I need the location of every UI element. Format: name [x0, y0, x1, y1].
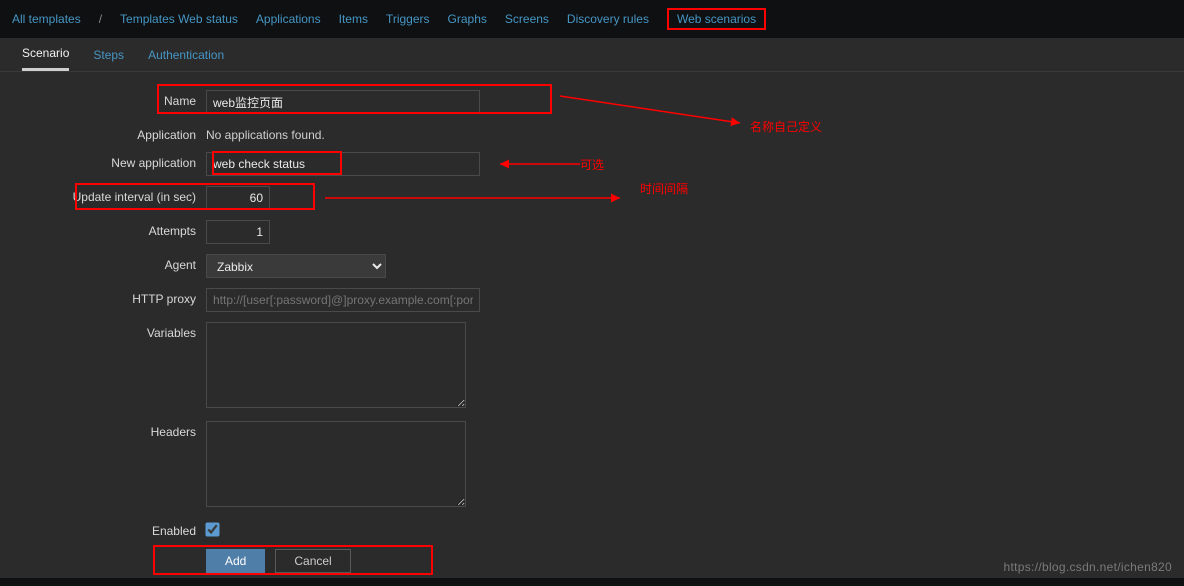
- tab-authentication[interactable]: Authentication: [148, 48, 224, 70]
- nav-discovery[interactable]: Discovery rules: [567, 12, 649, 26]
- nav-triggers[interactable]: Triggers: [386, 12, 430, 26]
- input-new-application[interactable]: [206, 152, 480, 176]
- tabs: Scenario Steps Authentication: [0, 38, 1184, 72]
- textarea-headers[interactable]: [206, 421, 466, 507]
- select-agent[interactable]: Zabbix: [206, 254, 386, 278]
- form-panel: Scenario Steps Authentication Name Appli…: [0, 38, 1184, 578]
- nav-web-scenarios-highlight: Web scenarios: [667, 8, 766, 30]
- highlight-name: [157, 84, 552, 114]
- nav-items[interactable]: Items: [339, 12, 368, 26]
- spacer: [0, 549, 206, 553]
- breadcrumb-nav: All templates / Templates Web status App…: [0, 0, 1184, 38]
- textarea-variables[interactable]: [206, 322, 466, 408]
- nav-all-templates[interactable]: All templates: [12, 12, 81, 26]
- input-http-proxy[interactable]: [206, 288, 480, 312]
- separator: /: [99, 12, 102, 26]
- label-http-proxy: HTTP proxy: [0, 288, 206, 306]
- annotation-name: 名称自己定义: [750, 118, 822, 135]
- nav-web-scenarios[interactable]: Web scenarios: [677, 12, 756, 26]
- input-attempts[interactable]: [206, 220, 270, 244]
- label-attempts: Attempts: [0, 220, 206, 238]
- label-agent: Agent: [0, 254, 206, 272]
- label-new-application: New application: [0, 152, 206, 170]
- input-update-interval[interactable]: [206, 186, 270, 210]
- annotation-optional: 可选: [580, 156, 604, 173]
- label-application: Application: [0, 124, 206, 142]
- annotation-interval: 时间间隔: [640, 180, 688, 197]
- watermark: https://blog.csdn.net/ichen820: [1004, 560, 1172, 574]
- tab-scenario[interactable]: Scenario: [22, 46, 69, 71]
- add-button[interactable]: Add: [206, 549, 265, 573]
- label-variables: Variables: [0, 322, 206, 340]
- label-update-interval: Update interval (in sec): [0, 186, 206, 204]
- cancel-button[interactable]: Cancel: [275, 549, 350, 573]
- label-headers: Headers: [0, 421, 206, 439]
- nav-graphs[interactable]: Graphs: [448, 12, 487, 26]
- nav-screens[interactable]: Screens: [505, 12, 549, 26]
- nav-template-name[interactable]: Templates Web status: [120, 12, 238, 26]
- tab-steps[interactable]: Steps: [93, 48, 124, 70]
- nav-applications[interactable]: Applications: [256, 12, 321, 26]
- label-enabled: Enabled: [0, 520, 206, 538]
- application-none-text: No applications found.: [206, 124, 325, 142]
- checkbox-enabled[interactable]: [205, 522, 219, 536]
